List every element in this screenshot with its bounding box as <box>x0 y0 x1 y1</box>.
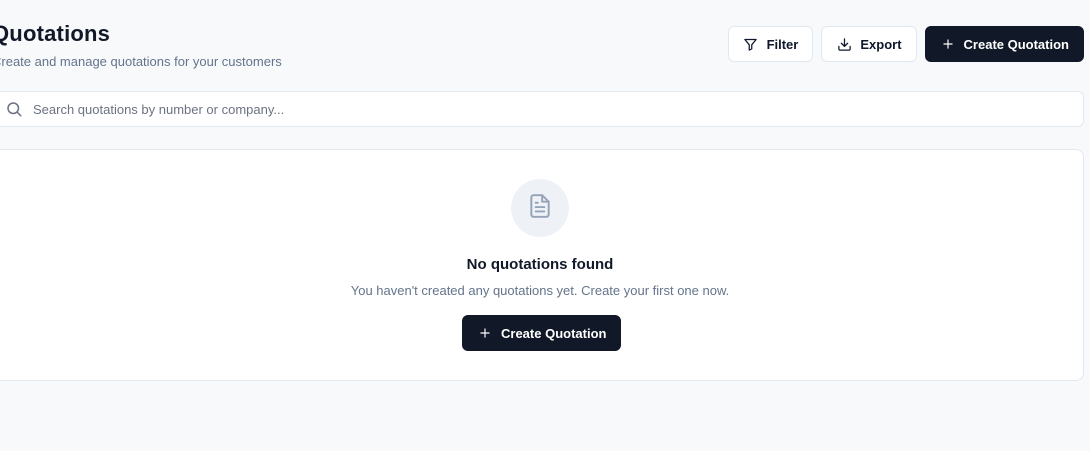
search-icon <box>5 100 23 118</box>
empty-state-create-button-label: Create Quotation <box>501 325 607 341</box>
create-quotation-button-label: Create Quotation <box>963 36 1069 52</box>
create-quotation-button[interactable]: Create Quotation <box>924 26 1084 62</box>
file-text-icon <box>527 193 553 224</box>
plus-icon <box>477 325 493 341</box>
filter-button[interactable]: Filter <box>727 26 814 62</box>
empty-state-description: You haven't created any quotations yet. … <box>350 283 730 298</box>
empty-state-title: No quotations found <box>466 256 614 273</box>
quotations-page: Quotations Create and manage quotations … <box>0 0 1090 451</box>
filter-button-label: Filter <box>766 36 799 52</box>
header-actions: Filter Export Create Quotation <box>727 26 1084 62</box>
filter-icon <box>743 36 759 52</box>
page-title: Quotations <box>0 21 111 46</box>
search-input[interactable] <box>31 100 935 118</box>
download-icon <box>836 36 852 52</box>
quotations-list-card: No quotations found You haven't created … <box>0 149 1084 381</box>
empty-state-create-button[interactable]: Create Quotation <box>462 315 622 351</box>
plus-icon <box>940 36 956 52</box>
export-button[interactable]: Export <box>821 26 917 62</box>
export-button-label: Export <box>860 36 902 52</box>
page-header: Quotations Create and manage quotations … <box>0 18 282 69</box>
page-subtitle: Create and manage quotations for your cu… <box>0 54 282 69</box>
search-bar <box>0 91 1084 127</box>
empty-state-icon-circle <box>511 179 569 237</box>
